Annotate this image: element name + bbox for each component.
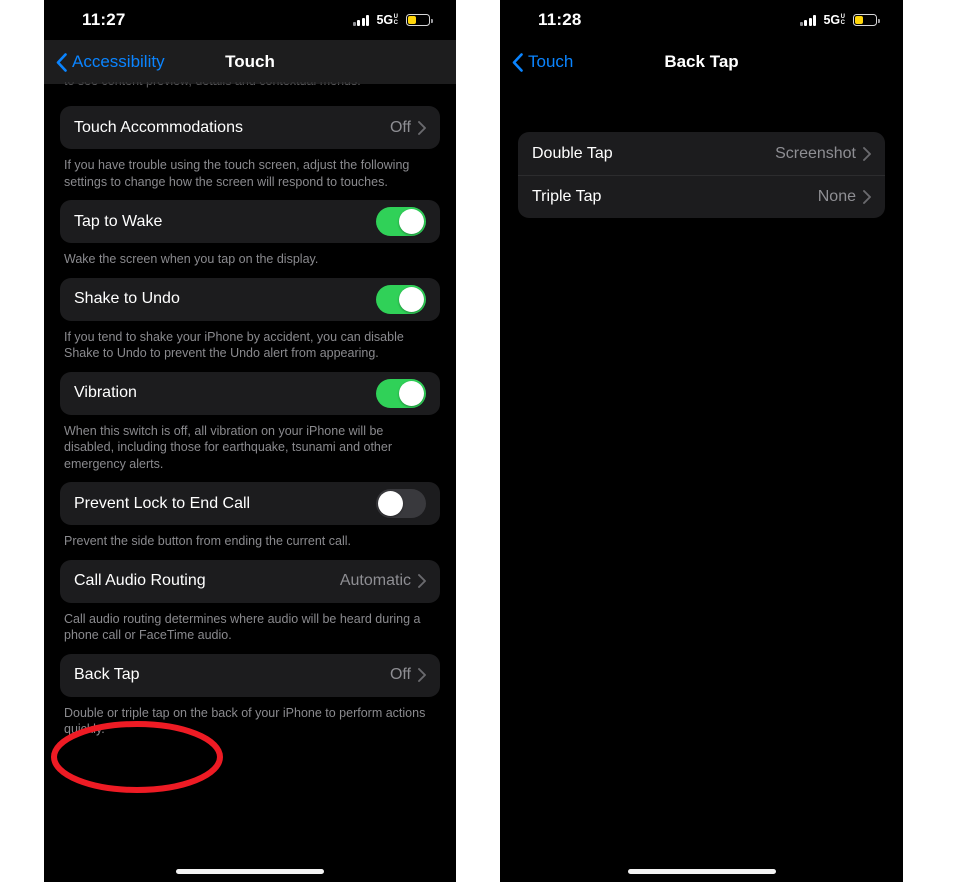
row-double-tap[interactable]: Double Tap Screenshot <box>518 132 885 175</box>
toggle-tap-to-wake[interactable] <box>376 207 426 236</box>
section-call-audio-routing: Call Audio Routing Automatic <box>60 559 440 603</box>
status-bar-clock: 11:27 <box>82 10 126 29</box>
row-prevent-lock-to-end-call[interactable]: Prevent Lock to End Call <box>60 482 440 525</box>
row-label: Triple Tap <box>532 188 602 205</box>
battery-low-icon <box>406 14 433 26</box>
row-value: Off <box>389 118 411 136</box>
navigation-bar: Touch Back Tap <box>500 40 903 84</box>
home-indicator <box>627 869 776 874</box>
back-tap-settings-list: Double Tap Screenshot Triple Tap None <box>500 84 903 218</box>
chevron-right-icon <box>418 574 426 588</box>
section-back-tap-actions: Double Tap Screenshot Triple Tap None <box>518 132 885 218</box>
section-touch-accommodations: Touch Accommodations Off <box>60 106 440 149</box>
status-bar-indicators: 5G U C <box>352 12 433 27</box>
toggle-prevent-lock-to-end-call[interactable] <box>376 489 426 518</box>
network-subscript: C <box>393 20 398 26</box>
row-value: Screenshot <box>775 144 856 162</box>
settings-list: to see content preview, details and cont… <box>44 82 456 738</box>
chevron-right-icon <box>863 190 871 204</box>
row-label: Prevent Lock to End Call <box>74 494 251 512</box>
navigation-bar: Accessibility Touch <box>44 40 456 84</box>
row-label: Tap to Wake <box>74 212 163 230</box>
row-shake-to-undo[interactable]: Shake to Undo <box>60 278 440 321</box>
clipped-footnote-above: to see content preview, details and cont… <box>60 82 440 96</box>
status-bar: 11:27 5G U C <box>44 0 456 40</box>
chevron-right-icon <box>418 668 426 682</box>
row-label: Double Tap <box>532 144 613 162</box>
row-value: None <box>817 188 856 205</box>
row-vibration[interactable]: Vibration <box>60 372 440 415</box>
row-value: Off <box>389 666 411 683</box>
status-bar: 11:28 5G U C <box>500 0 903 40</box>
row-label: Call Audio Routing <box>74 572 206 589</box>
row-label: Touch Accommodations <box>74 118 243 136</box>
footnote-back-tap: Double or triple tap on the back of your… <box>64 705 426 737</box>
toggle-shake-to-undo[interactable] <box>376 284 426 314</box>
back-button-touch[interactable]: Touch <box>500 52 573 72</box>
right-phone-screen: 11:28 5G U C Touch Back Tap Double Tap S… <box>500 0 903 882</box>
home-indicator <box>176 869 324 874</box>
chevron-left-icon <box>56 52 67 72</box>
row-triple-tap[interactable]: Triple Tap None <box>518 175 885 218</box>
section-prevent-lock-to-end-call: Prevent Lock to End Call <box>60 482 440 525</box>
row-label: Back Tap <box>74 666 140 683</box>
row-label: Vibration <box>74 384 137 401</box>
footnote-prevent-lock-to-end-call: Prevent the side button from ending the … <box>64 534 351 548</box>
network-type-label: 5G U C <box>376 12 398 27</box>
section-vibration: Vibration <box>60 371 440 415</box>
row-call-audio-routing[interactable]: Call Audio Routing Automatic <box>60 560 440 603</box>
cellular-bars-icon <box>799 14 817 26</box>
footnote-vibration: When this switch is off, all vibration o… <box>64 423 392 471</box>
footnote-touch-accommodations: If you have trouble using the touch scre… <box>64 158 410 189</box>
row-value: Automatic <box>339 572 411 589</box>
cellular-bars-icon <box>352 14 370 26</box>
row-label: Shake to Undo <box>74 290 180 307</box>
footnote-tap-to-wake: Wake the screen when you tap on the disp… <box>64 252 319 266</box>
network-subscript: C <box>840 20 845 26</box>
status-bar-clock: 11:28 <box>538 10 582 29</box>
section-back-tap: Back Tap Off <box>60 653 440 697</box>
section-shake-to-undo: Shake to Undo <box>60 277 440 321</box>
screenshot-canvas: 11:27 5G U C Accessibility Touch Touch A… <box>0 0 960 882</box>
left-phone-screen: 11:27 5G U C Accessibility Touch Touch A… <box>44 0 456 882</box>
back-button-label: Touch <box>528 52 574 71</box>
network-type-label: 5G U C <box>823 12 845 27</box>
row-tap-to-wake[interactable]: Tap to Wake <box>60 200 440 243</box>
back-button-label: Accessibility <box>72 52 165 71</box>
toggle-vibration[interactable] <box>376 378 426 408</box>
chevron-right-icon <box>863 146 871 161</box>
section-tap-to-wake: Tap to Wake <box>60 200 440 243</box>
status-bar-indicators: 5G U C <box>799 12 880 27</box>
chevron-left-icon <box>512 52 523 72</box>
footnote-call-audio-routing: Call audio routing determines where audi… <box>64 611 421 643</box>
footnote-shake-to-undo: If you tend to shake your iPhone by acci… <box>64 329 404 361</box>
back-button-accessibility[interactable]: Accessibility <box>44 52 165 72</box>
chevron-right-icon <box>418 120 426 135</box>
battery-low-icon <box>853 14 880 26</box>
row-touch-accommodations[interactable]: Touch Accommodations Off <box>60 106 440 149</box>
row-back-tap[interactable]: Back Tap Off <box>60 654 440 697</box>
